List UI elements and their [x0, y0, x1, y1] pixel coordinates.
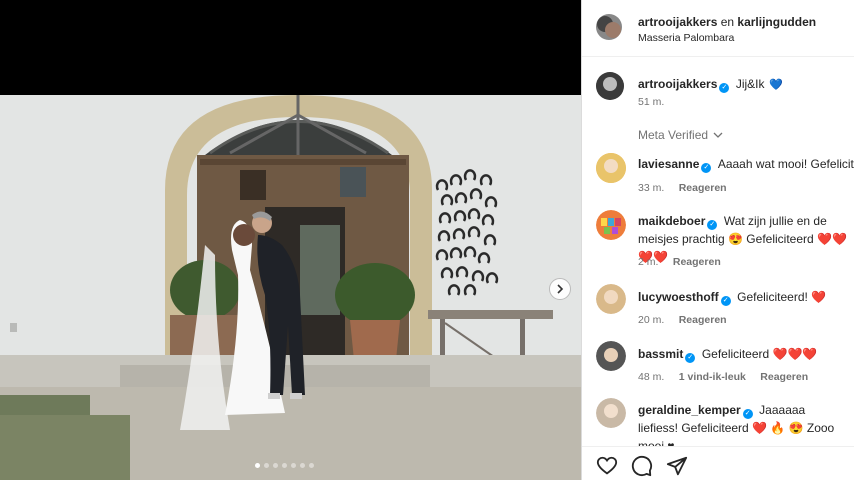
carousel-indicator: [255, 463, 314, 468]
comment-text: Gefeliciteerd ❤️❤️❤️: [701, 347, 818, 361]
comment-time: 48 m.: [638, 371, 665, 383]
carousel-dot: [255, 463, 260, 468]
comment-text: Gefeliciteerd! ❤️: [737, 290, 827, 304]
carousel-dot: [264, 463, 269, 468]
avatar[interactable]: [596, 210, 626, 240]
avatar[interactable]: [596, 153, 626, 183]
location-link[interactable]: Masseria Palombara: [638, 32, 734, 44]
comment-likes[interactable]: 1 vind-ik-leuk: [679, 371, 746, 383]
avatar[interactable]: [596, 14, 622, 40]
caption-text: Jij&Ik: [735, 77, 765, 91]
chevron-down-icon: [713, 132, 723, 138]
avatar[interactable]: [596, 72, 624, 100]
verified-badge-icon: ✓: [742, 409, 753, 419]
comment-username[interactable]: laviesanne: [638, 157, 699, 171]
chevron-right-icon: [557, 284, 564, 294]
blue-heart-emoji: 💙: [768, 79, 783, 91]
coauthor-link[interactable]: karlijngudden: [737, 15, 816, 29]
verified-badge-icon: ✓: [707, 220, 718, 230]
comment-time: 2 m.: [638, 256, 659, 268]
reply-button[interactable]: Reageren: [673, 256, 721, 268]
reply-button[interactable]: Reageren: [679, 314, 727, 326]
carousel-dot: [300, 463, 305, 468]
comment-item: bassmit ✓ Gefeliciteerd ❤️❤️❤️ 48 m. 1 vi…: [582, 341, 854, 383]
avatar[interactable]: [596, 284, 626, 314]
share-icon[interactable]: [666, 455, 688, 477]
comment-icon[interactable]: [631, 455, 653, 477]
comment-username[interactable]: maikdeboer: [638, 214, 705, 228]
caption-time: 51 m.: [638, 96, 665, 108]
verified-badge-icon: ✓: [720, 296, 731, 306]
author-connector: en: [717, 15, 738, 29]
comment-time: 20 m.: [638, 314, 665, 326]
avatar[interactable]: [596, 341, 626, 371]
comment-username[interactable]: lucywoesthoff: [638, 290, 719, 304]
comment-item: geraldine_kemper ✓ Jaaaaaa liefiess! Gefe…: [582, 398, 854, 453]
comment-item: lucywoesthoff ✓ Gefeliciteerd! ❤️ 20 m. R…: [582, 284, 854, 326]
comment-time: 33 m.: [638, 182, 665, 194]
post-action-bar: [582, 446, 854, 480]
heart-icon[interactable]: [596, 455, 618, 477]
author-link[interactable]: artrooijakkers: [638, 15, 717, 29]
comment-username[interactable]: geraldine_kemper: [638, 403, 741, 417]
post-header: artrooijakkers en karlijngudden Masseria…: [582, 0, 854, 57]
verified-badge-icon: ✓: [719, 83, 730, 93]
meta-verified-label: Meta Verified: [638, 128, 709, 142]
post-details-panel: artrooijakkers en karlijngudden Masseria…: [581, 0, 854, 480]
carousel-dot: [282, 463, 287, 468]
post-media: [0, 0, 581, 480]
comment-item: maikdeboer ✓ Wat zijn jullie en de meisje…: [582, 210, 854, 268]
reply-button[interactable]: Reageren: [679, 182, 727, 194]
wedding-photo: [0, 95, 581, 480]
carousel-dot: [309, 463, 314, 468]
verified-badge-icon: ✓: [685, 353, 696, 363]
comment-item: laviesanne✓ Aaaah wat mooi! Gefeliciteer…: [582, 153, 854, 194]
carousel-dot: [291, 463, 296, 468]
comment-text: Aaaah wat mooi! Gefeliciteerd: [717, 157, 854, 171]
avatar[interactable]: [596, 398, 626, 428]
verified-badge-icon: ✓: [701, 163, 712, 173]
comment-username[interactable]: bassmit: [638, 347, 683, 361]
carousel-dot: [273, 463, 278, 468]
carousel-next-button[interactable]: [549, 278, 571, 300]
reply-button[interactable]: Reageren: [760, 371, 808, 383]
caption-username[interactable]: artrooijakkers: [638, 77, 717, 91]
